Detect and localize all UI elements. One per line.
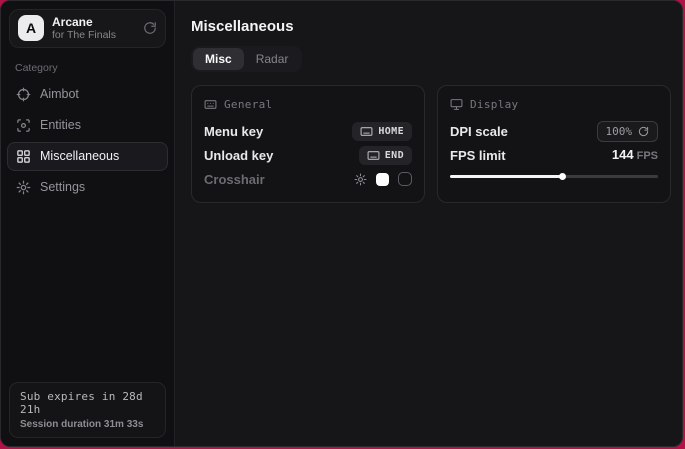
- sidebar-item-label: Aimbot: [40, 87, 79, 101]
- page-title: Miscellaneous: [191, 18, 671, 35]
- sidebar-item-label: Settings: [40, 180, 85, 194]
- gear-icon: [16, 180, 31, 195]
- subscription-info: Sub expires in 28d 21h Session duration …: [9, 382, 166, 438]
- grid-icon: [16, 149, 31, 164]
- dpi-scale-value: 100%: [606, 125, 633, 138]
- fps-limit-row: FPS limit 144FPS: [450, 144, 658, 166]
- sidebar: A Arcane for The Finals Category Aim: [1, 1, 175, 446]
- app-logo: A: [18, 15, 44, 41]
- general-card: General Menu key HOME Unload key: [191, 85, 425, 203]
- unload-key-button[interactable]: END: [359, 146, 412, 165]
- fps-slider-thumb[interactable]: [559, 173, 566, 180]
- tab-radar[interactable]: Radar: [244, 48, 301, 70]
- dpi-scale-row: DPI scale 100%: [450, 120, 658, 142]
- category-label: Category: [15, 62, 174, 74]
- menu-key-row: Menu key HOME: [204, 120, 412, 142]
- crosshair-checkbox[interactable]: [398, 172, 412, 186]
- fps-slider-fill: [450, 175, 562, 178]
- display-card: Display DPI scale 100% FPS limit: [437, 85, 671, 203]
- dpi-scale-select[interactable]: 100%: [597, 121, 659, 142]
- menu-key-button[interactable]: HOME: [352, 122, 412, 141]
- tab-misc[interactable]: Misc: [193, 48, 244, 70]
- card-title: Display: [470, 98, 518, 111]
- sub-expiry-text: Sub expires in 28d 21h: [20, 390, 155, 416]
- dpi-scale-label: DPI scale: [450, 124, 508, 139]
- fps-limit-slider[interactable]: [450, 175, 658, 178]
- card-title: General: [224, 98, 272, 111]
- crosshair-color-swatch[interactable]: [376, 173, 389, 186]
- tab-bar: Misc Radar: [191, 46, 302, 72]
- fps-limit-label: FPS limit: [450, 148, 506, 163]
- sidebar-item-label: Miscellaneous: [40, 149, 119, 163]
- crosshair-icon: [16, 87, 31, 102]
- fps-limit-unit: FPS: [637, 150, 658, 162]
- unload-key-label: Unload key: [204, 148, 273, 163]
- crosshair-settings-gear-icon[interactable]: [354, 173, 367, 186]
- keyboard-icon: [360, 125, 373, 138]
- main-content: Miscellaneous Misc Radar General Menu ke…: [175, 1, 683, 446]
- general-icon: [204, 98, 217, 111]
- session-duration-text: Session duration 31m 33s: [20, 419, 155, 430]
- keyboard-icon: [367, 149, 380, 162]
- monitor-icon: [450, 98, 463, 111]
- sidebar-item-aimbot[interactable]: Aimbot: [7, 80, 168, 109]
- sidebar-item-entities[interactable]: Entities: [7, 111, 168, 140]
- unload-key-value: END: [385, 150, 404, 161]
- app-name: Arcane: [52, 15, 116, 29]
- app-header: A Arcane for The Finals: [9, 9, 166, 48]
- fps-limit-value: 144: [612, 147, 634, 162]
- sidebar-item-settings[interactable]: Settings: [7, 173, 168, 202]
- menu-key-label: Menu key: [204, 124, 263, 139]
- sidebar-item-label: Entities: [40, 118, 81, 132]
- cycle-icon: [638, 126, 649, 137]
- app-subtitle: for The Finals: [52, 29, 116, 42]
- entities-icon: [16, 118, 31, 133]
- refresh-icon[interactable]: [143, 21, 157, 35]
- crosshair-row: Crosshair: [204, 168, 412, 190]
- crosshair-label: Crosshair: [204, 172, 265, 187]
- sidebar-nav: Aimbot Entities Miscellaneous: [1, 78, 174, 204]
- menu-key-value: HOME: [378, 126, 404, 137]
- sidebar-item-miscellaneous[interactable]: Miscellaneous: [7, 142, 168, 171]
- app-window: A Arcane for The Finals Category Aim: [0, 0, 683, 447]
- unload-key-row: Unload key END: [204, 144, 412, 166]
